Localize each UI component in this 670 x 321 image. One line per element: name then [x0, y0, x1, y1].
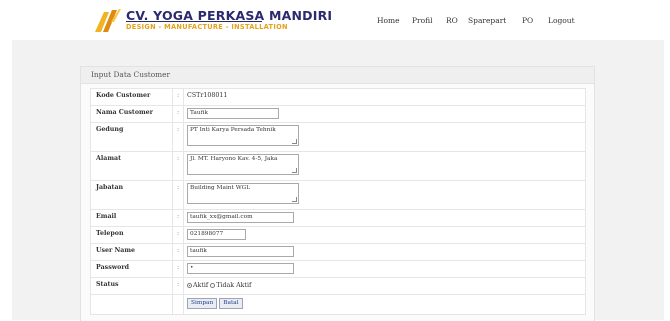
gedung-value: PT Inti Karya Persada Tehnik	[190, 127, 276, 133]
separator: :	[172, 105, 184, 123]
form-row-telepon: Telepon : 021898077	[90, 226, 586, 244]
separator: :	[172, 151, 184, 181]
form-row-jabatan: Jabatan : Building Maint WGL	[90, 180, 586, 210]
nav-logout[interactable]: Logout	[548, 16, 575, 25]
form-row-alamat: Alamat : Jl. MT. Haryono Kav. 4-5, Jaka	[90, 151, 586, 181]
label-password: Password	[90, 260, 173, 278]
nav-po[interactable]: PO	[522, 16, 533, 25]
status-aktif-label[interactable]: Aktif	[193, 282, 208, 289]
password-input[interactable]: •	[187, 263, 294, 274]
jabatan-textarea[interactable]: Building Maint WGL	[187, 183, 299, 204]
status-tidak-aktif-label[interactable]: Tidak Aktif	[216, 282, 251, 289]
separator: :	[172, 88, 184, 106]
label-alamat: Alamat	[90, 151, 173, 181]
form-row-actions: Simpan Batal	[90, 294, 586, 315]
label-telepon: Telepon	[90, 226, 173, 244]
resize-grip-icon[interactable]	[292, 197, 297, 202]
resize-grip-icon[interactable]	[292, 139, 297, 144]
label-username: User Name	[90, 243, 173, 261]
form-row-password: Password : •	[90, 260, 586, 278]
gedung-textarea[interactable]: PT Inti Karya Persada Tehnik	[187, 125, 299, 146]
form-row-kode: Kode Customer : CSTr108011	[90, 88, 586, 106]
company-tagline: DESIGN - MANUFACTURE - INSTALLATION	[126, 23, 288, 31]
label-status: Status	[90, 277, 173, 295]
customer-form-table: Kode Customer : CSTr108011 Nama Customer…	[90, 88, 586, 315]
status-aktif-radio[interactable]	[187, 283, 192, 288]
alamat-textarea[interactable]: Jl. MT. Haryono Kav. 4-5, Jaka	[187, 154, 299, 175]
form-row-username: User Name : taufik	[90, 243, 586, 261]
telepon-input[interactable]: 021898077	[187, 229, 246, 240]
separator: :	[172, 277, 184, 295]
label-gedung: Gedung	[90, 122, 173, 152]
nav-profil[interactable]: Profil	[412, 16, 433, 25]
nav-home[interactable]: Home	[377, 16, 400, 25]
nav-ro[interactable]: RO	[446, 16, 458, 25]
separator: :	[172, 209, 184, 227]
cancel-button[interactable]: Batal	[219, 298, 243, 309]
alamat-value: Jl. MT. Haryono Kav. 4-5, Jaka	[190, 156, 278, 162]
form-row-status: Status : Aktif Tidak Aktif	[90, 277, 586, 295]
label-jabatan: Jabatan	[90, 180, 173, 210]
nav-sparepart[interactable]: Sparepart	[468, 16, 506, 25]
form-row-gedung: Gedung : PT Inti Karya Persada Tehnik	[90, 122, 586, 152]
company-logo[interactable]: CV. YOGA PERKASA MANDIRI DESIGN - MANUFA…	[92, 6, 332, 36]
resize-grip-icon[interactable]	[292, 168, 297, 173]
empty-cell	[172, 294, 184, 315]
separator: :	[172, 226, 184, 244]
label-kode: Kode Customer	[90, 88, 173, 106]
username-input[interactable]: taufik	[187, 246, 294, 257]
nama-customer-input[interactable]: Taufik	[187, 108, 279, 119]
status-tidak-aktif-radio[interactable]	[210, 283, 216, 288]
email-input[interactable]: taufik_xx@gmail.com	[187, 212, 294, 223]
panel-header: Input Data Customer	[81, 67, 594, 84]
separator: :	[172, 243, 184, 261]
empty-cell	[90, 294, 173, 315]
panel-title: Input Data Customer	[91, 70, 171, 79]
jabatan-value: Building Maint WGL	[190, 185, 251, 191]
save-button[interactable]: Simpan	[187, 298, 218, 309]
separator: :	[172, 260, 184, 278]
logo-underline	[126, 21, 262, 22]
label-nama: Nama Customer	[90, 105, 173, 123]
kode-customer-value: CSTr108011	[183, 88, 586, 106]
label-email: Email	[90, 209, 173, 227]
separator: :	[172, 122, 184, 152]
form-row-nama: Nama Customer : Taufik	[90, 105, 586, 123]
separator: :	[172, 180, 184, 210]
form-row-email: Email : taufik_xx@gmail.com	[90, 209, 586, 227]
logo-mark-icon	[95, 9, 121, 32]
header: CV. YOGA PERKASA MANDIRI DESIGN - MANUFA…	[0, 0, 670, 40]
